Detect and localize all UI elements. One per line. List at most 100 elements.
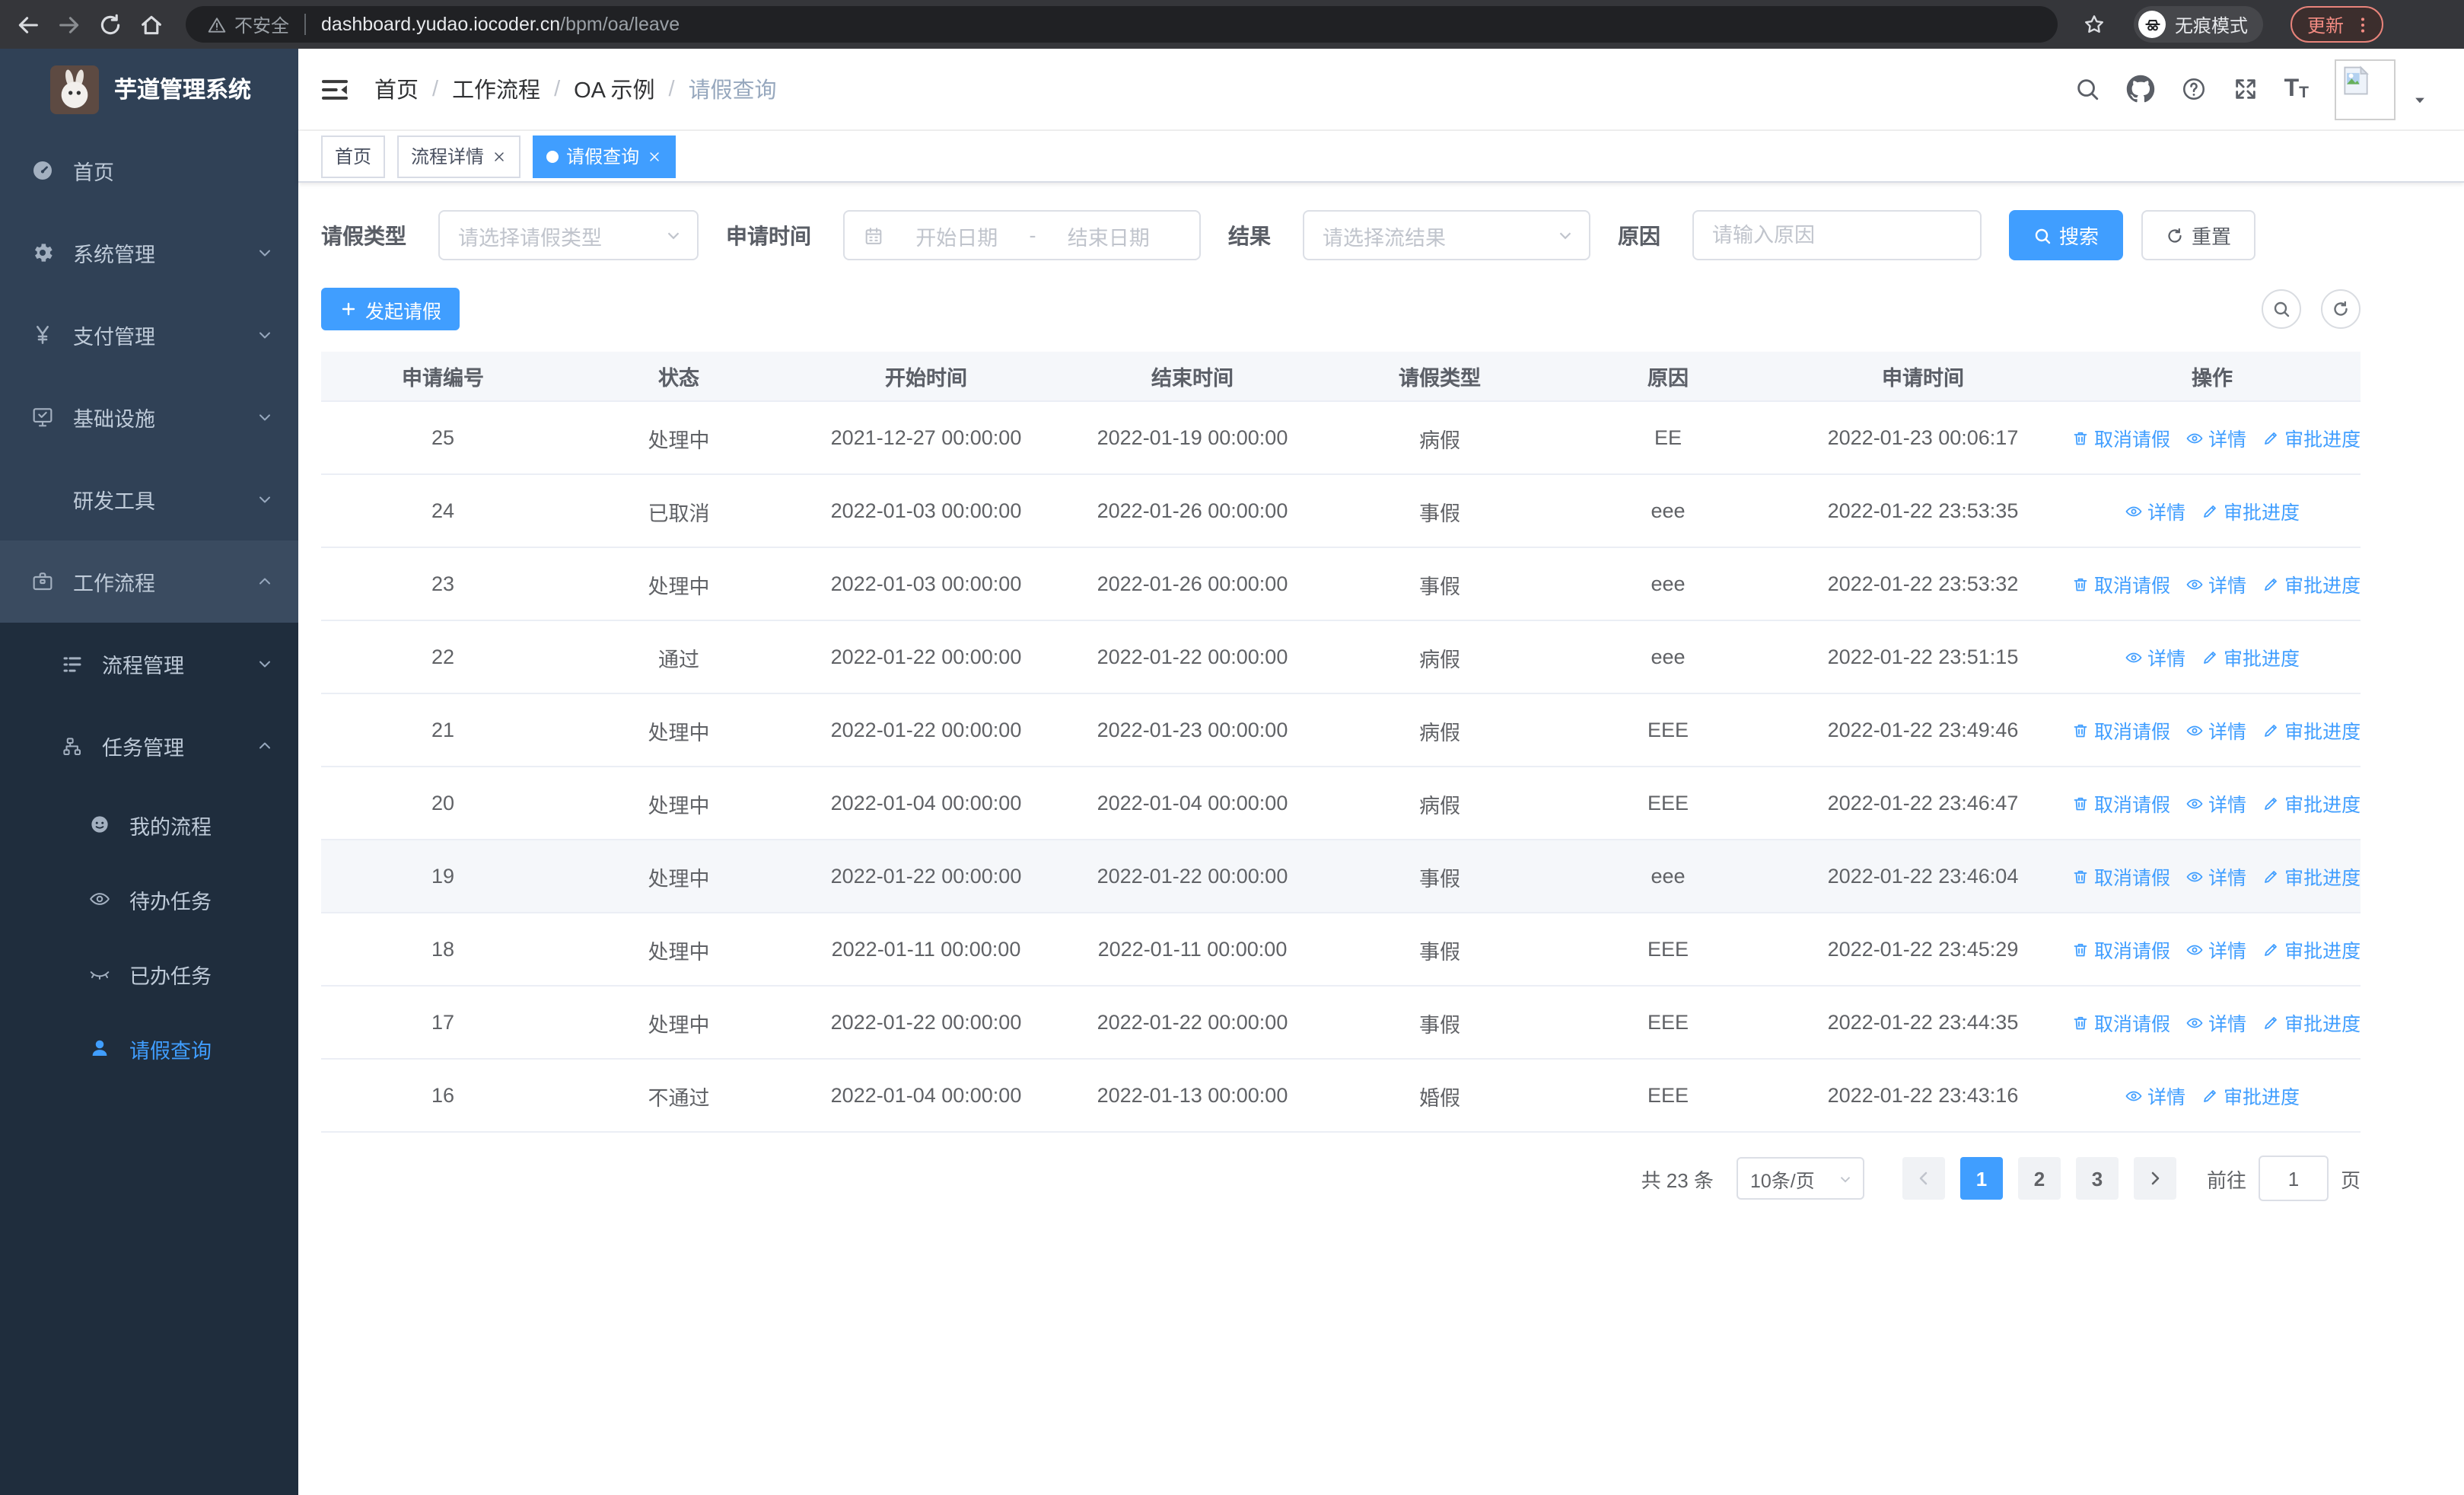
home-icon[interactable] <box>138 11 164 37</box>
page-size-select[interactable]: 10条/页 <box>1736 1157 1864 1200</box>
sidebar-collapse-icon[interactable] <box>320 74 350 104</box>
prev-page-button[interactable] <box>1902 1157 1945 1200</box>
cancel-leave-link[interactable]: 取消请假 <box>2071 569 2170 598</box>
update-label: 更新 <box>2307 14 2345 36</box>
sidebar-item-首页[interactable]: 首页 <box>0 129 298 212</box>
table-row: 23 处理中 2022-01-03 00:00:00 2022-01-26 00:00… <box>321 548 2361 621</box>
cancel-leave-link[interactable]: 取消请假 <box>2071 423 2170 452</box>
result-select[interactable]: 请选择流结果 <box>1303 210 1590 260</box>
approval-progress-link[interactable]: 审批进度 <box>2262 935 2361 964</box>
table-cell: 婚假 <box>1419 1086 1460 1109</box>
back-icon[interactable] <box>15 11 41 37</box>
sidebar-item-label: 我的流程 <box>129 815 212 838</box>
table-cell: 处理中 <box>648 794 710 817</box>
detail-link[interactable]: 详情 <box>2185 1008 2246 1037</box>
detail-link[interactable]: 详情 <box>2185 423 2246 452</box>
close-icon[interactable] <box>647 148 662 164</box>
approval-progress-link[interactable]: 审批进度 <box>2201 496 2300 525</box>
detail-link[interactable]: 详情 <box>2185 789 2246 818</box>
table-cell: EEE <box>1647 1084 1689 1107</box>
font-size-icon[interactable]: TT <box>2284 76 2309 101</box>
breadcrumb-item[interactable]: OA 示例 <box>574 73 654 105</box>
leave-type-placeholder: 请选择请假类型 <box>458 226 602 249</box>
approval-progress-link[interactable]: 审批进度 <box>2201 1081 2300 1110</box>
table-cell: 2022-01-04 00:00:00 <box>830 792 1022 814</box>
column-header: 申请编号 <box>402 367 484 390</box>
goto-page-input[interactable] <box>2258 1156 2329 1201</box>
navbar: 首页 / 工作流程 / OA 示例 / 请假查询 TT <box>298 49 2464 131</box>
table-cell: 病假 <box>1419 429 1460 451</box>
search-icon[interactable] <box>2074 76 2100 102</box>
next-page-button[interactable] <box>2133 1157 2176 1200</box>
tab-首页[interactable]: 首页 <box>321 135 386 177</box>
detail-link[interactable]: 详情 <box>2185 935 2246 964</box>
apply-time-range-picker[interactable]: 开始日期 - 结束日期 <box>843 210 1201 260</box>
sidebar-item-我的流程[interactable]: 我的流程 <box>0 787 298 862</box>
sidebar-item-工作流程[interactable]: 工作流程 <box>0 540 298 623</box>
approval-progress-link[interactable]: 审批进度 <box>2262 862 2361 891</box>
show-search-button[interactable] <box>2262 289 2301 329</box>
reload-icon[interactable] <box>97 11 123 37</box>
cancel-leave-link[interactable]: 取消请假 <box>2071 716 2170 744</box>
column-header: 申请时间 <box>1882 367 1964 390</box>
kebab-menu-icon[interactable] <box>2353 14 2373 34</box>
sidebar-item-研发工具[interactable]: 研发工具 <box>0 458 298 540</box>
reset-button[interactable]: 重置 <box>2141 210 2256 260</box>
detail-link[interactable]: 详情 <box>2125 1081 2185 1110</box>
approval-progress-link[interactable]: 审批进度 <box>2262 1008 2361 1037</box>
fullscreen-icon[interactable] <box>2233 76 2259 102</box>
monitor-icon <box>30 405 55 429</box>
browser-update-button[interactable]: 更新 <box>2291 6 2384 43</box>
sidebar-item-流程管理[interactable]: 流程管理 <box>0 623 298 705</box>
approval-progress-link[interactable]: 审批进度 <box>2262 716 2361 744</box>
approval-progress-link[interactable]: 审批进度 <box>2262 569 2361 598</box>
refresh-table-button[interactable] <box>2321 289 2361 329</box>
cancel-leave-link[interactable]: 取消请假 <box>2071 789 2170 818</box>
user-avatar[interactable] <box>2335 59 2396 120</box>
sidebar-item-待办任务[interactable]: 待办任务 <box>0 862 298 936</box>
create-leave-button[interactable]: 发起请假 <box>321 288 460 330</box>
detail-link[interactable]: 详情 <box>2185 862 2246 891</box>
my-process-icon <box>88 813 111 836</box>
page-button-1[interactable]: 1 <box>1959 1157 2003 1200</box>
sidebar-item-支付管理[interactable]: 支付管理 <box>0 294 298 376</box>
tab-请假查询[interactable]: 请假查询 <box>533 135 676 177</box>
sidebar-item-系统管理[interactable]: 系统管理 <box>0 212 298 294</box>
cancel-leave-link[interactable]: 取消请假 <box>2071 1008 2170 1037</box>
table-cell: 处理中 <box>648 940 710 963</box>
leave-type-select[interactable]: 请选择请假类型 <box>438 210 699 260</box>
detail-link[interactable]: 详情 <box>2125 642 2185 671</box>
detail-link[interactable]: 详情 <box>2125 496 2185 525</box>
detail-link[interactable]: 详情 <box>2185 716 2246 744</box>
approval-progress-link[interactable]: 审批进度 <box>2262 423 2361 452</box>
search-button[interactable]: 搜索 <box>2009 210 2124 260</box>
sidebar-menu: 首页 系统管理 支付管理 基础设施 研发工具 工作流程 流程管理 任务管理我的流程待办任务 已办… <box>0 129 298 1085</box>
avatar-caret-icon[interactable] <box>2412 92 2427 107</box>
help-icon[interactable] <box>2181 76 2207 102</box>
page-button-3[interactable]: 3 <box>2075 1157 2119 1200</box>
breadcrumb-item[interactable]: 工作流程 <box>452 73 540 105</box>
approval-progress-link[interactable]: 审批进度 <box>2262 789 2361 818</box>
tab-流程详情[interactable]: 流程详情 <box>397 135 521 177</box>
approval-progress-link[interactable]: 审批进度 <box>2201 642 2300 671</box>
close-icon[interactable] <box>492 148 507 164</box>
url-bar[interactable]: 不安全 dashboard.yudao.iocoder.cn/bpm/oa/le… <box>186 6 2058 43</box>
table-cell: 16 <box>431 1084 455 1107</box>
sidebar-item-已办任务[interactable]: 已办任务 <box>0 936 298 1011</box>
table-cell: 18 <box>431 938 455 961</box>
sidebar-item-请假查询[interactable]: 请假查询 <box>0 1011 298 1085</box>
forward-icon[interactable] <box>56 11 82 37</box>
sidebar-item-基础设施[interactable]: 基础设施 <box>0 376 298 458</box>
reason-input[interactable] <box>1692 210 1982 260</box>
cancel-leave-link[interactable]: 取消请假 <box>2071 935 2170 964</box>
cancel-leave-link[interactable]: 取消请假 <box>2071 862 2170 891</box>
bookmark-star-icon[interactable] <box>2082 12 2106 37</box>
app-logo[interactable]: 芋道管理系统 <box>0 49 298 129</box>
security-indicator[interactable]: 不安全 <box>207 11 289 37</box>
page-button-2[interactable]: 2 <box>2017 1157 2061 1200</box>
detail-link[interactable]: 详情 <box>2185 569 2246 598</box>
refresh-icon <box>2332 300 2350 318</box>
github-icon[interactable] <box>2126 75 2155 104</box>
breadcrumb-item[interactable]: 首页 <box>374 73 419 105</box>
sidebar-item-任务管理[interactable]: 任务管理 <box>0 705 298 787</box>
